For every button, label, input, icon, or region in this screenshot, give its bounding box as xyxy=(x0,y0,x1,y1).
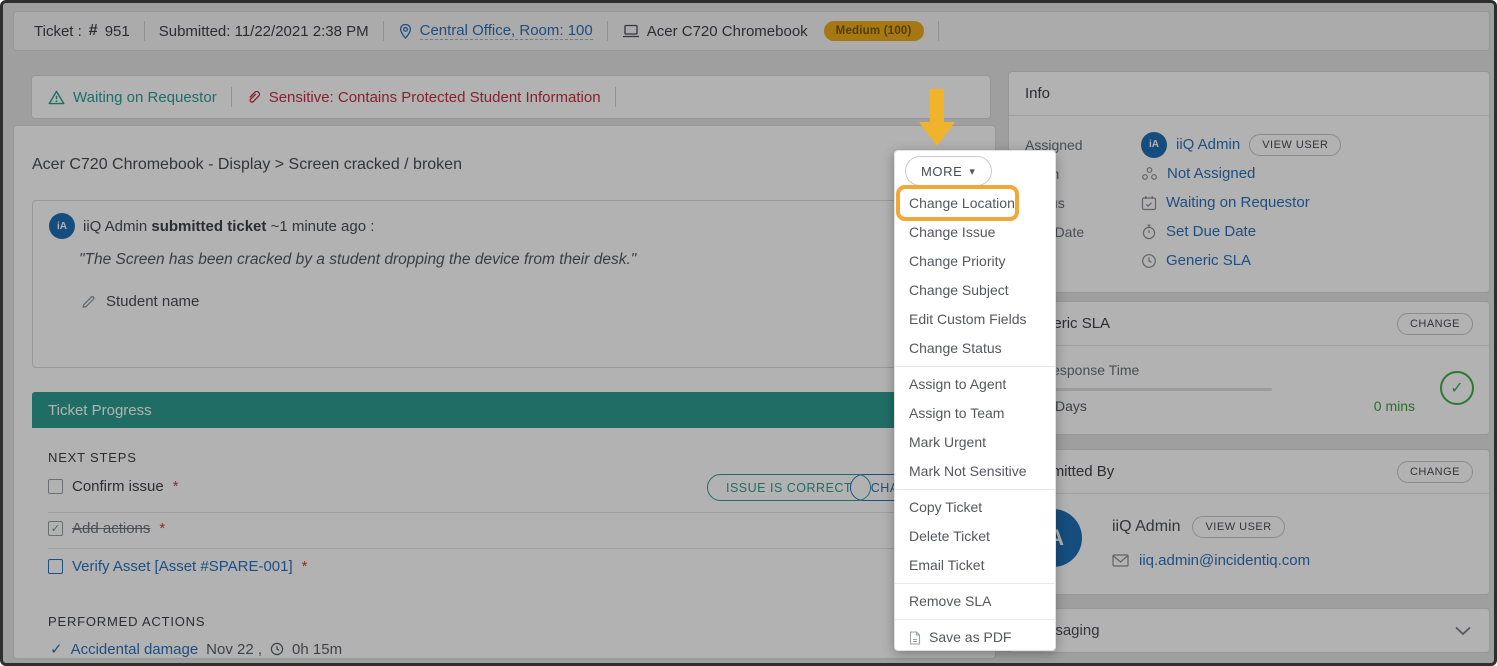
dim-overlay xyxy=(3,3,1494,663)
menu-item-copy-ticket[interactable]: Copy Ticket xyxy=(895,493,1055,522)
more-button[interactable]: MORE ▾ xyxy=(905,156,992,186)
more-menu: Change Location Change Issue Change Prio… xyxy=(895,189,1055,652)
menu-item-edit-custom-fields[interactable]: Edit Custom Fields xyxy=(895,305,1055,334)
menu-item-change-issue[interactable]: Change Issue xyxy=(895,218,1055,247)
menu-divider xyxy=(895,366,1055,367)
menu-item-change-status[interactable]: Change Status xyxy=(895,334,1055,363)
menu-item-assign-to-team[interactable]: Assign to Team xyxy=(895,399,1055,428)
menu-item-remove-sla[interactable]: Remove SLA xyxy=(895,587,1055,616)
menu-item-change-subject[interactable]: Change Subject xyxy=(895,276,1055,305)
menu-item-save-as-pdf[interactable]: Save as PDF xyxy=(895,623,1055,652)
menu-item-assign-to-agent[interactable]: Assign to Agent xyxy=(895,370,1055,399)
menu-item-mark-not-sensitive[interactable]: Mark Not Sensitive xyxy=(895,457,1055,486)
more-button-label: MORE xyxy=(921,164,962,179)
menu-item-mark-urgent[interactable]: Mark Urgent xyxy=(895,428,1055,457)
menu-divider xyxy=(895,583,1055,584)
menu-item-email-ticket[interactable]: Email Ticket xyxy=(895,551,1055,580)
more-dropdown-popup: MORE ▾ Change Location Change Issue Chan… xyxy=(894,150,1056,651)
menu-item-label: Save as PDF xyxy=(929,623,1011,652)
ticket-detail-page: Ticket : # 951 Submitted: 11/22/2021 2:3… xyxy=(0,0,1497,666)
menu-item-change-priority[interactable]: Change Priority xyxy=(895,247,1055,276)
menu-item-change-location[interactable]: Change Location xyxy=(895,189,1055,218)
menu-item-delete-ticket[interactable]: Delete Ticket xyxy=(895,522,1055,551)
caret-down-icon: ▾ xyxy=(969,165,975,178)
menu-divider xyxy=(895,619,1055,620)
menu-divider xyxy=(895,489,1055,490)
pdf-file-icon xyxy=(909,631,921,645)
